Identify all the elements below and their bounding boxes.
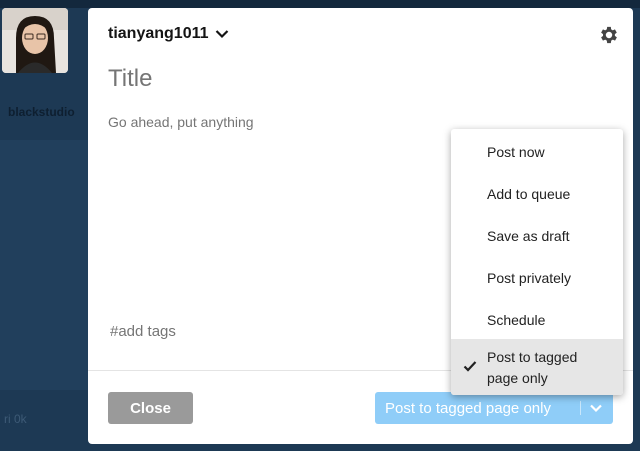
- menu-item-post-privately[interactable]: Post privately: [451, 268, 623, 289]
- dashboard-header: [0, 0, 640, 8]
- tags-input[interactable]: [110, 323, 410, 340]
- menu-item-post-now[interactable]: Post now: [451, 142, 623, 163]
- menu-item-label: Schedule: [487, 312, 546, 328]
- post-button-separator: [580, 401, 581, 415]
- avatar: [2, 8, 68, 73]
- chevron-down-icon: [215, 30, 228, 39]
- post-button-label: Post to tagged page only: [385, 399, 551, 417]
- gear-icon[interactable]: [598, 24, 620, 46]
- dashboard-post-card: [0, 140, 88, 390]
- menu-item-label: Post privately: [487, 270, 572, 286]
- menu-item-post-to-tagged-page-only[interactable]: Post to tagged page only: [451, 339, 623, 395]
- post-button[interactable]: Post to tagged page only: [375, 392, 613, 424]
- menu-item-label: Post to tagged page only: [487, 349, 578, 386]
- chevron-down-icon[interactable]: [589, 401, 603, 415]
- account-switcher[interactable]: tianyang1011: [108, 25, 229, 43]
- menu-item-save-as-draft[interactable]: Save as draft: [451, 226, 623, 247]
- post-options-menu: Post now Add to queue Save as draft Post…: [451, 129, 623, 395]
- menu-item-add-to-queue[interactable]: Add to queue: [451, 184, 623, 205]
- body-input[interactable]: [108, 114, 408, 130]
- title-input[interactable]: [108, 65, 588, 93]
- checkmark-icon: [463, 361, 477, 372]
- dashboard-blog-name: blackstudio: [8, 105, 75, 119]
- menu-item-label: Post now: [487, 144, 545, 160]
- account-name: tianyang1011: [108, 25, 209, 42]
- menu-item-schedule[interactable]: Schedule: [451, 310, 623, 331]
- dashboard-footer-text: ri 0k: [4, 412, 27, 426]
- menu-item-label: Save as draft: [487, 228, 570, 244]
- menu-item-label: Add to queue: [487, 186, 571, 202]
- close-button[interactable]: Close: [108, 392, 193, 424]
